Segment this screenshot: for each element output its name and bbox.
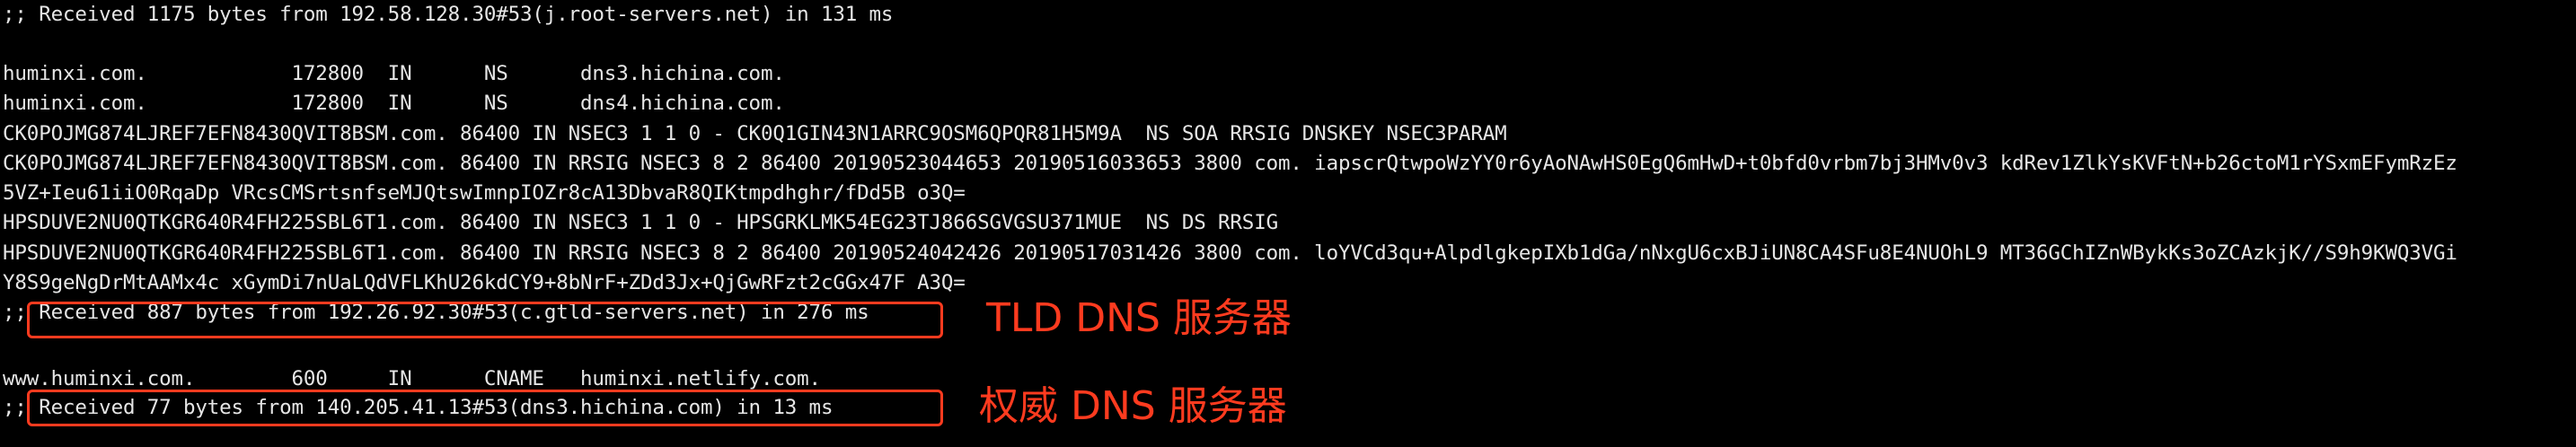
terminal-line: HPSDUVE2NU0QTKGR640R4FH225SBL6T1.com. 86… — [3, 211, 1278, 234]
tld-dns-server-label: TLD DNS 服务器 — [986, 295, 1292, 341]
terminal-line: huminxi.com. 172800 IN NS dns3.hichina.c… — [3, 62, 785, 85]
terminal-line: ;; Received 1175 bytes from 192.58.128.3… — [3, 3, 894, 26]
terminal-line: HPSDUVE2NU0QTKGR640R4FH225SBL6T1.com. 86… — [3, 241, 2457, 265]
terminal-line: Y8S9geNgDrMtAAMx4c xGymDi7nUaLQdVFLKhU26… — [3, 271, 966, 294]
terminal-line: huminxi.com. 172800 IN NS dns4.hichina.c… — [3, 92, 785, 115]
terminal-line: 5VZ+Ieu61iiO0RqaDp VRcsCMSrtsnfseMJQtswI… — [3, 181, 966, 205]
tld-highlight-box — [27, 302, 943, 338]
authoritative-dns-server-label: 权威 DNS 服务器 — [979, 383, 1287, 429]
terminal-line: CK0POJMG874LJREF7EFN8430QVIT8BSM.com. 86… — [3, 152, 2457, 175]
authoritative-highlight-box — [27, 390, 943, 426]
terminal-line: CK0POJMG874LJREF7EFN8430QVIT8BSM.com. 86… — [3, 122, 1507, 145]
